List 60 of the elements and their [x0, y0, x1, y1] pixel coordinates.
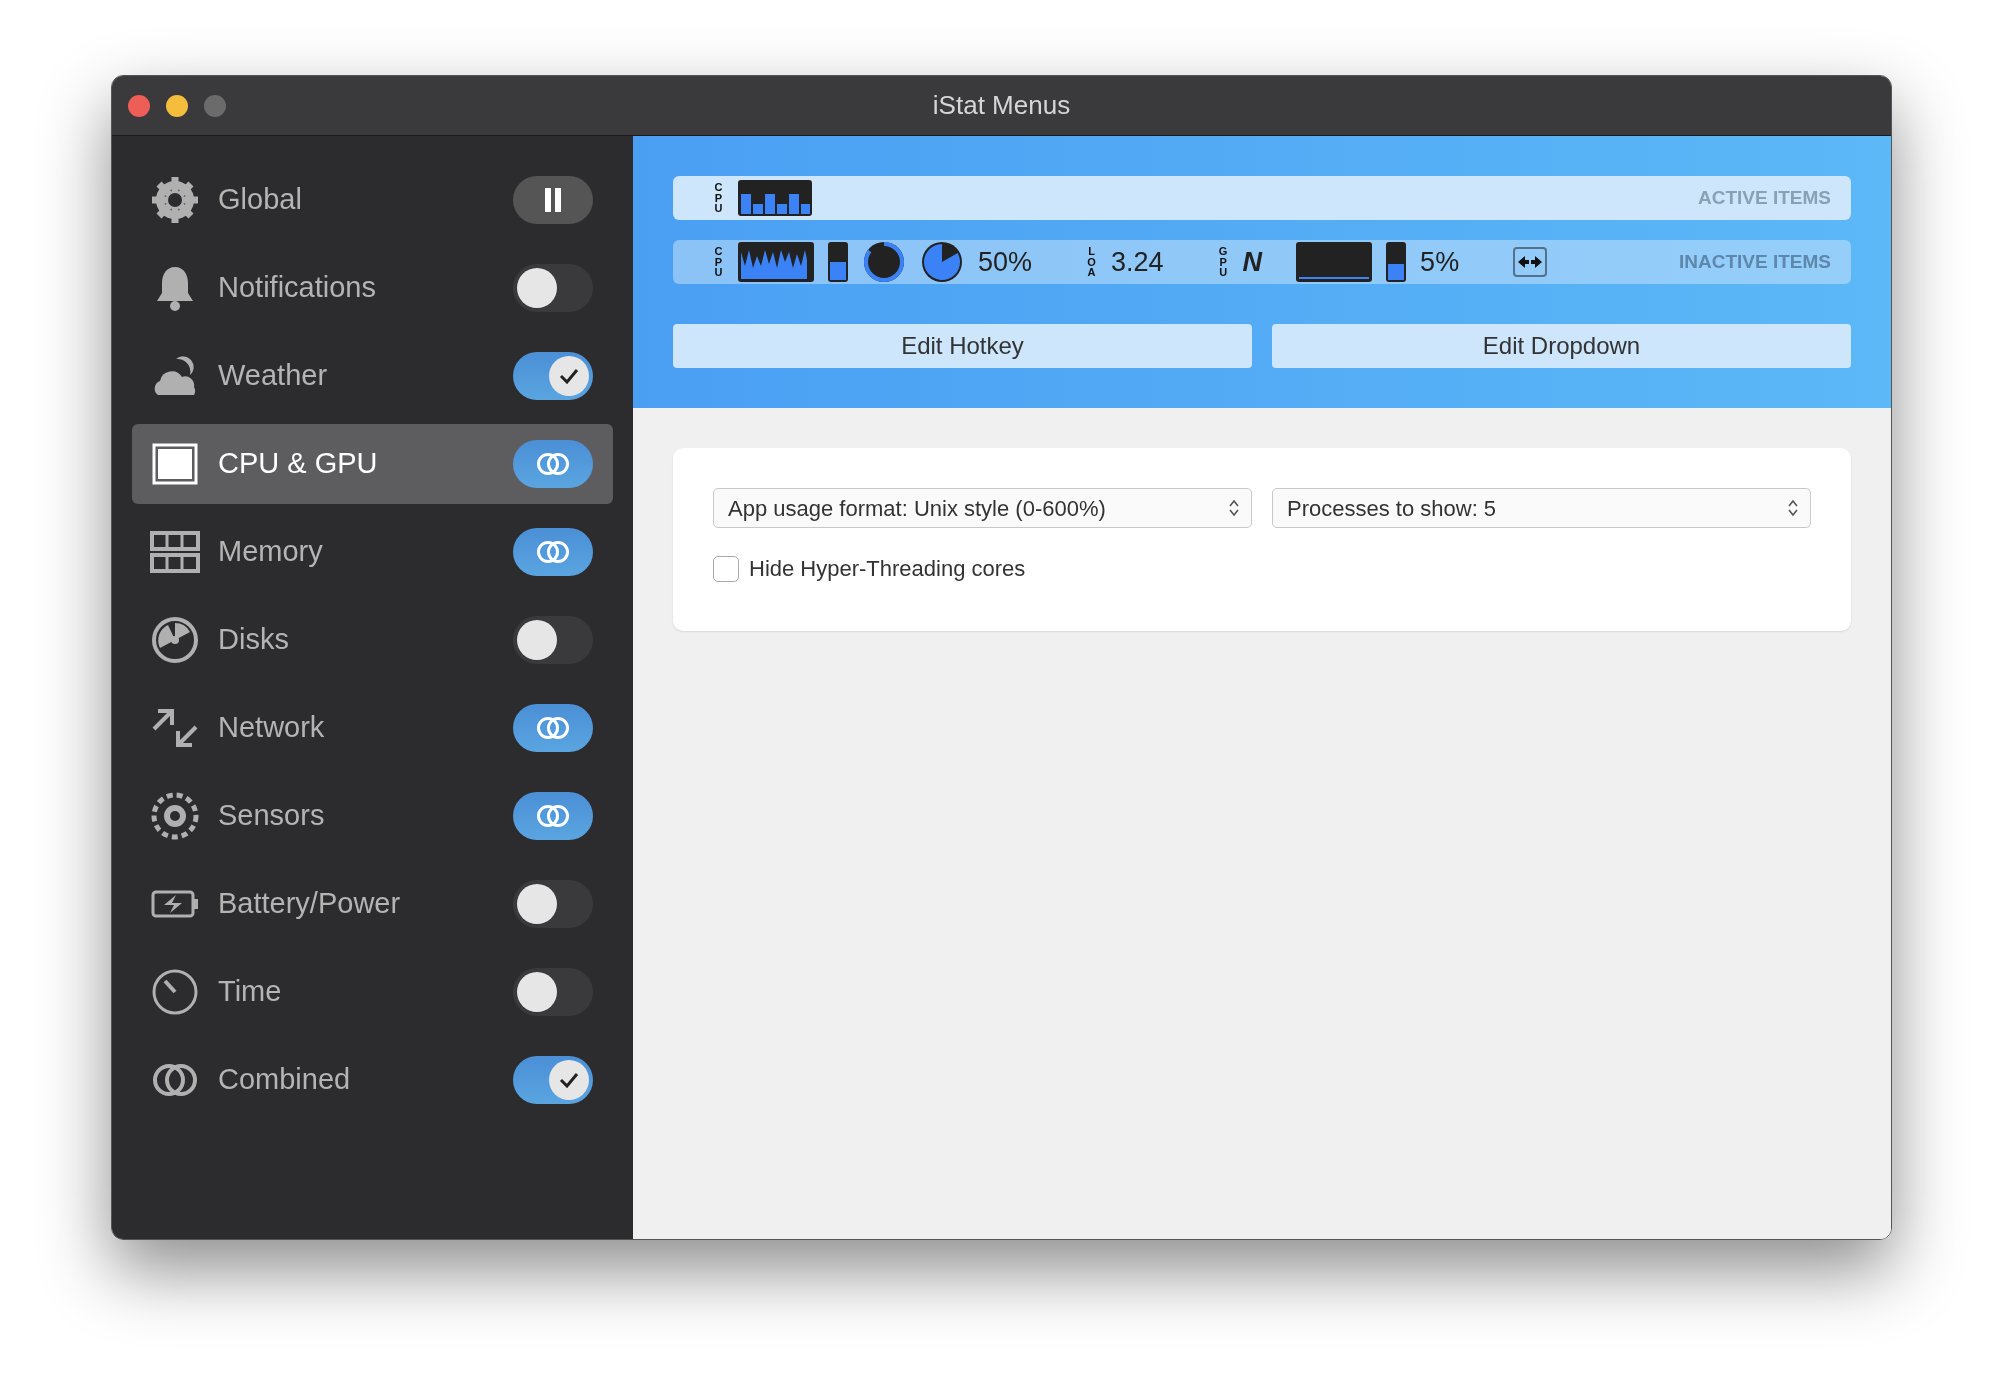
sidebar-item[interactable]: Network	[132, 688, 613, 768]
check-icon	[559, 1072, 579, 1088]
close-button[interactable]	[128, 94, 150, 117]
toggle-switch[interactable]	[513, 1056, 593, 1104]
toggle-switch[interactable]	[513, 968, 593, 1016]
disk-icon	[150, 615, 200, 665]
toggle-switch[interactable]	[513, 616, 593, 664]
fan-icon	[150, 791, 200, 841]
sidebar-item[interactable]: Combined	[132, 1040, 613, 1120]
vertical-label: LOA	[1086, 246, 1097, 278]
edit-button[interactable]: Edit Dropdown	[1272, 324, 1851, 368]
combined-toggle[interactable]	[513, 528, 593, 576]
sidebar-item[interactable]: Notifications	[132, 248, 613, 328]
sidebar-item[interactable]: Weather	[132, 336, 613, 416]
window-title: iStat Menus	[932, 90, 1071, 120]
minimize-button[interactable]	[166, 94, 188, 117]
vendor-letter: N	[1242, 245, 1263, 279]
gear-icon	[150, 175, 200, 225]
sidebar-item[interactable]: CPU & GPU	[132, 424, 613, 504]
section-heading: ACTIVE ITEMS	[1698, 185, 1831, 210]
pause-button[interactable]	[513, 176, 593, 224]
resize-arrows-icon	[1513, 247, 1548, 277]
vertical-label: CPU	[713, 182, 724, 214]
combined-toggle[interactable]	[513, 440, 593, 488]
ring-gauge-icon	[862, 240, 906, 284]
toggle-switch[interactable]	[513, 880, 593, 928]
combined-toggle[interactable]	[513, 704, 593, 752]
rings-icon	[536, 540, 570, 564]
stepper-icon	[1229, 499, 1239, 517]
reading-value: 50%	[978, 245, 1033, 279]
checkbox-label: Hide Hyper-Threading cores	[749, 555, 1026, 583]
pie-gauge-icon	[920, 240, 964, 284]
section-heading: INACTIVE ITEMS	[1679, 249, 1831, 274]
edit-button[interactable]: Edit Hotkey	[673, 324, 1252, 368]
sidebar-item[interactable]: Battery/Power	[132, 864, 613, 944]
dropdown-select[interactable]: Processes to show: 5	[1272, 488, 1811, 528]
clock-icon	[150, 967, 200, 1017]
pause-icon	[544, 188, 562, 212]
gpu-graph-icon	[1296, 242, 1373, 282]
toggle-switch[interactable]	[513, 264, 593, 312]
reading-value: 5%	[1420, 245, 1460, 279]
sidebar-item[interactable]: Disks	[132, 600, 613, 680]
combined-toggle[interactable]	[513, 792, 593, 840]
stepper-icon	[1788, 499, 1798, 517]
dropdown-select[interactable]: App usage format: Unix style (0-600%)	[713, 488, 1252, 528]
check-icon	[559, 368, 579, 384]
cpu-graph-icon	[738, 242, 814, 282]
sidebar-item[interactable]: Memory	[132, 512, 613, 592]
rings-icon	[536, 452, 570, 476]
checkbox[interactable]	[713, 555, 739, 582]
rings-icon	[536, 716, 570, 740]
vertical-label: CPU	[713, 246, 724, 278]
sidebar-item[interactable]: Sensors	[132, 776, 613, 856]
rings-icon	[536, 804, 570, 828]
vertical-label: GPU	[1217, 246, 1229, 278]
sidebar-item[interactable]: Time	[132, 952, 613, 1032]
toggle-switch[interactable]	[513, 352, 593, 400]
bar-graph-icon	[738, 180, 812, 216]
reading-value: 3.24	[1111, 245, 1164, 279]
sidebar-item[interactable]: Global	[132, 160, 613, 240]
